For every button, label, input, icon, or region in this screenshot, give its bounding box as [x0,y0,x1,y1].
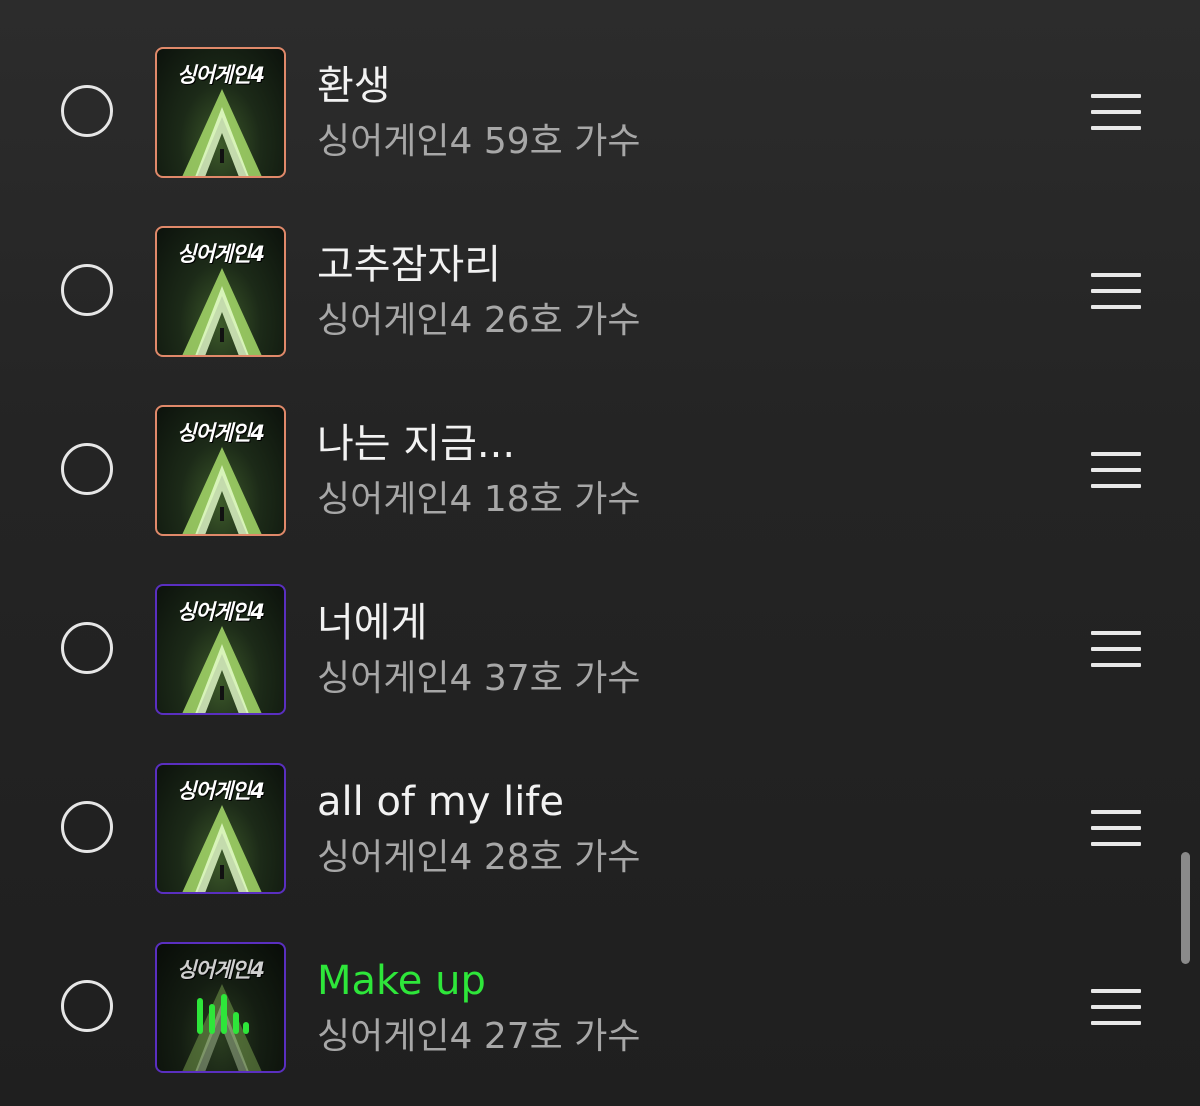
queue-row[interactable]: 싱어게인4 고추잠자리 싱어게인4 26호 가수 [0,211,1200,371]
drag-handle-icon[interactable] [1091,631,1141,667]
queue-row[interactable]: 싱어게인4 all of my life 싱어게인4 28호 가수 [0,748,1200,908]
song-artist: 싱어게인4 26호 가수 [317,300,641,341]
select-circle-icon[interactable] [61,980,113,1032]
cover-title: 싱어게인4 [177,421,265,445]
drag-handle-icon[interactable] [1091,273,1141,309]
drag-handle-icon[interactable] [1091,989,1141,1025]
select-circle-icon[interactable] [61,801,113,853]
album-cover[interactable]: 싱어게인4 [155,763,286,894]
album-cover[interactable]: 싱어게인4 [155,405,286,536]
queue-row-now-playing[interactable]: 싱어게인4 Make up 싱어게인4 27호 가수 [0,927,1200,1087]
cover-title: 싱어게인4 [177,242,265,266]
song-title: 환생 [317,63,391,109]
scrollbar-thumb[interactable] [1181,852,1190,964]
equalizer-icon [197,994,249,1034]
song-title: all of my life [317,779,564,825]
playlist-queue: 싱어게인4 환생 싱어게인4 59호 가수 싱어게인4 고추잠자리 싱어게인4 … [0,0,1200,1106]
drag-handle-icon[interactable] [1091,94,1141,130]
cover-title: 싱어게인4 [177,779,265,803]
cover-title: 싱어게인4 [177,63,265,87]
song-title: 너에게 [317,600,428,646]
cover-title: 싱어게인4 [177,958,265,982]
drag-handle-icon[interactable] [1091,810,1141,846]
queue-row[interactable]: 싱어게인4 나는 지금... 싱어게인4 18호 가수 [0,390,1200,550]
song-artist: 싱어게인4 27호 가수 [317,1016,641,1057]
queue-row[interactable]: 싱어게인4 환생 싱어게인4 59호 가수 [0,32,1200,192]
song-title: 나는 지금... [317,421,516,467]
queue-row[interactable]: 싱어게인4 너에게 싱어게인4 37호 가수 [0,569,1200,729]
drag-handle-icon[interactable] [1091,452,1141,488]
select-circle-icon[interactable] [61,622,113,674]
cover-title: 싱어게인4 [177,600,265,624]
album-cover[interactable]: 싱어게인4 [155,47,286,178]
song-title: Make up [317,958,486,1004]
song-artist: 싱어게인4 37호 가수 [317,658,641,699]
song-artist: 싱어게인4 28호 가수 [317,837,641,878]
album-cover[interactable]: 싱어게인4 [155,942,286,1073]
select-circle-icon[interactable] [61,264,113,316]
select-circle-icon[interactable] [61,443,113,495]
select-circle-icon[interactable] [61,85,113,137]
song-title: 고추잠자리 [317,242,501,288]
song-artist: 싱어게인4 59호 가수 [317,121,641,162]
album-cover[interactable]: 싱어게인4 [155,584,286,715]
album-cover[interactable]: 싱어게인4 [155,226,286,357]
song-artist: 싱어게인4 18호 가수 [317,479,641,520]
